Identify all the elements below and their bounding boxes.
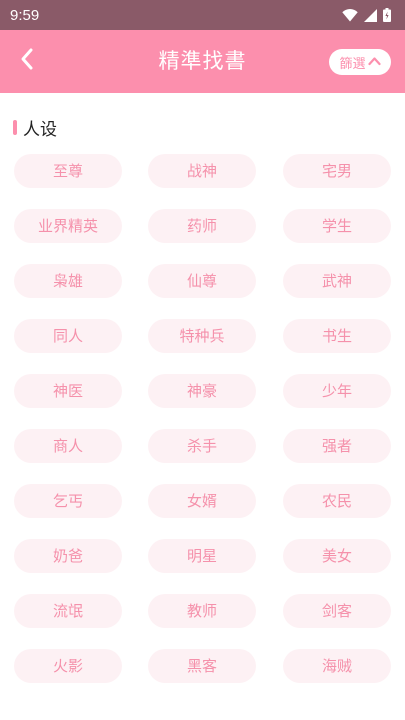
tag-chip[interactable]: 黑客 [148, 649, 256, 683]
back-button[interactable] [10, 44, 44, 78]
filter-button[interactable]: 篩選 [329, 49, 391, 75]
status-bar: 9:59 [0, 0, 405, 30]
tag-chip[interactable]: 杀手 [148, 429, 256, 463]
tag-chip[interactable]: 同人 [14, 319, 122, 353]
tag-chip[interactable]: 武神 [283, 264, 391, 298]
tag-chip[interactable]: 业界精英 [14, 209, 122, 243]
status-icons [342, 8, 391, 22]
tag-chip[interactable]: 药师 [148, 209, 256, 243]
tag-chip[interactable]: 海贼 [283, 649, 391, 683]
tag-chip[interactable]: 商人 [14, 429, 122, 463]
tag-chip[interactable]: 火影 [14, 649, 122, 683]
chevron-left-icon [19, 47, 35, 75]
tag-chip[interactable]: 宅男 [283, 154, 391, 188]
section-header: 人设 [13, 116, 57, 140]
chevron-up-icon [367, 55, 381, 70]
tag-chip[interactable]: 少年 [283, 374, 391, 408]
tag-chip[interactable]: 剑客 [283, 594, 391, 628]
nav-bar: 精準找書 篩選 [0, 30, 405, 93]
battery-icon [383, 8, 391, 22]
tag-chip[interactable]: 神豪 [148, 374, 256, 408]
tag-chip[interactable]: 农民 [283, 484, 391, 518]
filter-label: 篩選 [339, 56, 366, 72]
tag-chip[interactable]: 强者 [283, 429, 391, 463]
tag-chip[interactable]: 乞丐 [14, 484, 122, 518]
tag-chip[interactable]: 明星 [148, 539, 256, 573]
tag-chip[interactable]: 至尊 [14, 154, 122, 188]
tag-chip[interactable]: 战神 [148, 154, 256, 188]
tag-chip[interactable]: 枭雄 [14, 264, 122, 298]
tag-chip[interactable]: 书生 [283, 319, 391, 353]
section-title: 人设 [23, 119, 57, 140]
tag-chip[interactable]: 教师 [148, 594, 256, 628]
tag-chip[interactable]: 学生 [283, 209, 391, 243]
tag-chip[interactable]: 流氓 [14, 594, 122, 628]
tag-chip[interactable]: 美女 [283, 539, 391, 573]
wifi-icon [342, 8, 358, 22]
tag-chip[interactable]: 神医 [14, 374, 122, 408]
tag-chip[interactable]: 奶爸 [14, 539, 122, 573]
tag-chip[interactable]: 仙尊 [148, 264, 256, 298]
section-marker [13, 119, 17, 135]
tag-chip[interactable]: 女婿 [148, 484, 256, 518]
tag-chip[interactable]: 特种兵 [148, 319, 256, 353]
status-time: 9:59 [10, 6, 40, 24]
signal-icon [364, 8, 377, 22]
